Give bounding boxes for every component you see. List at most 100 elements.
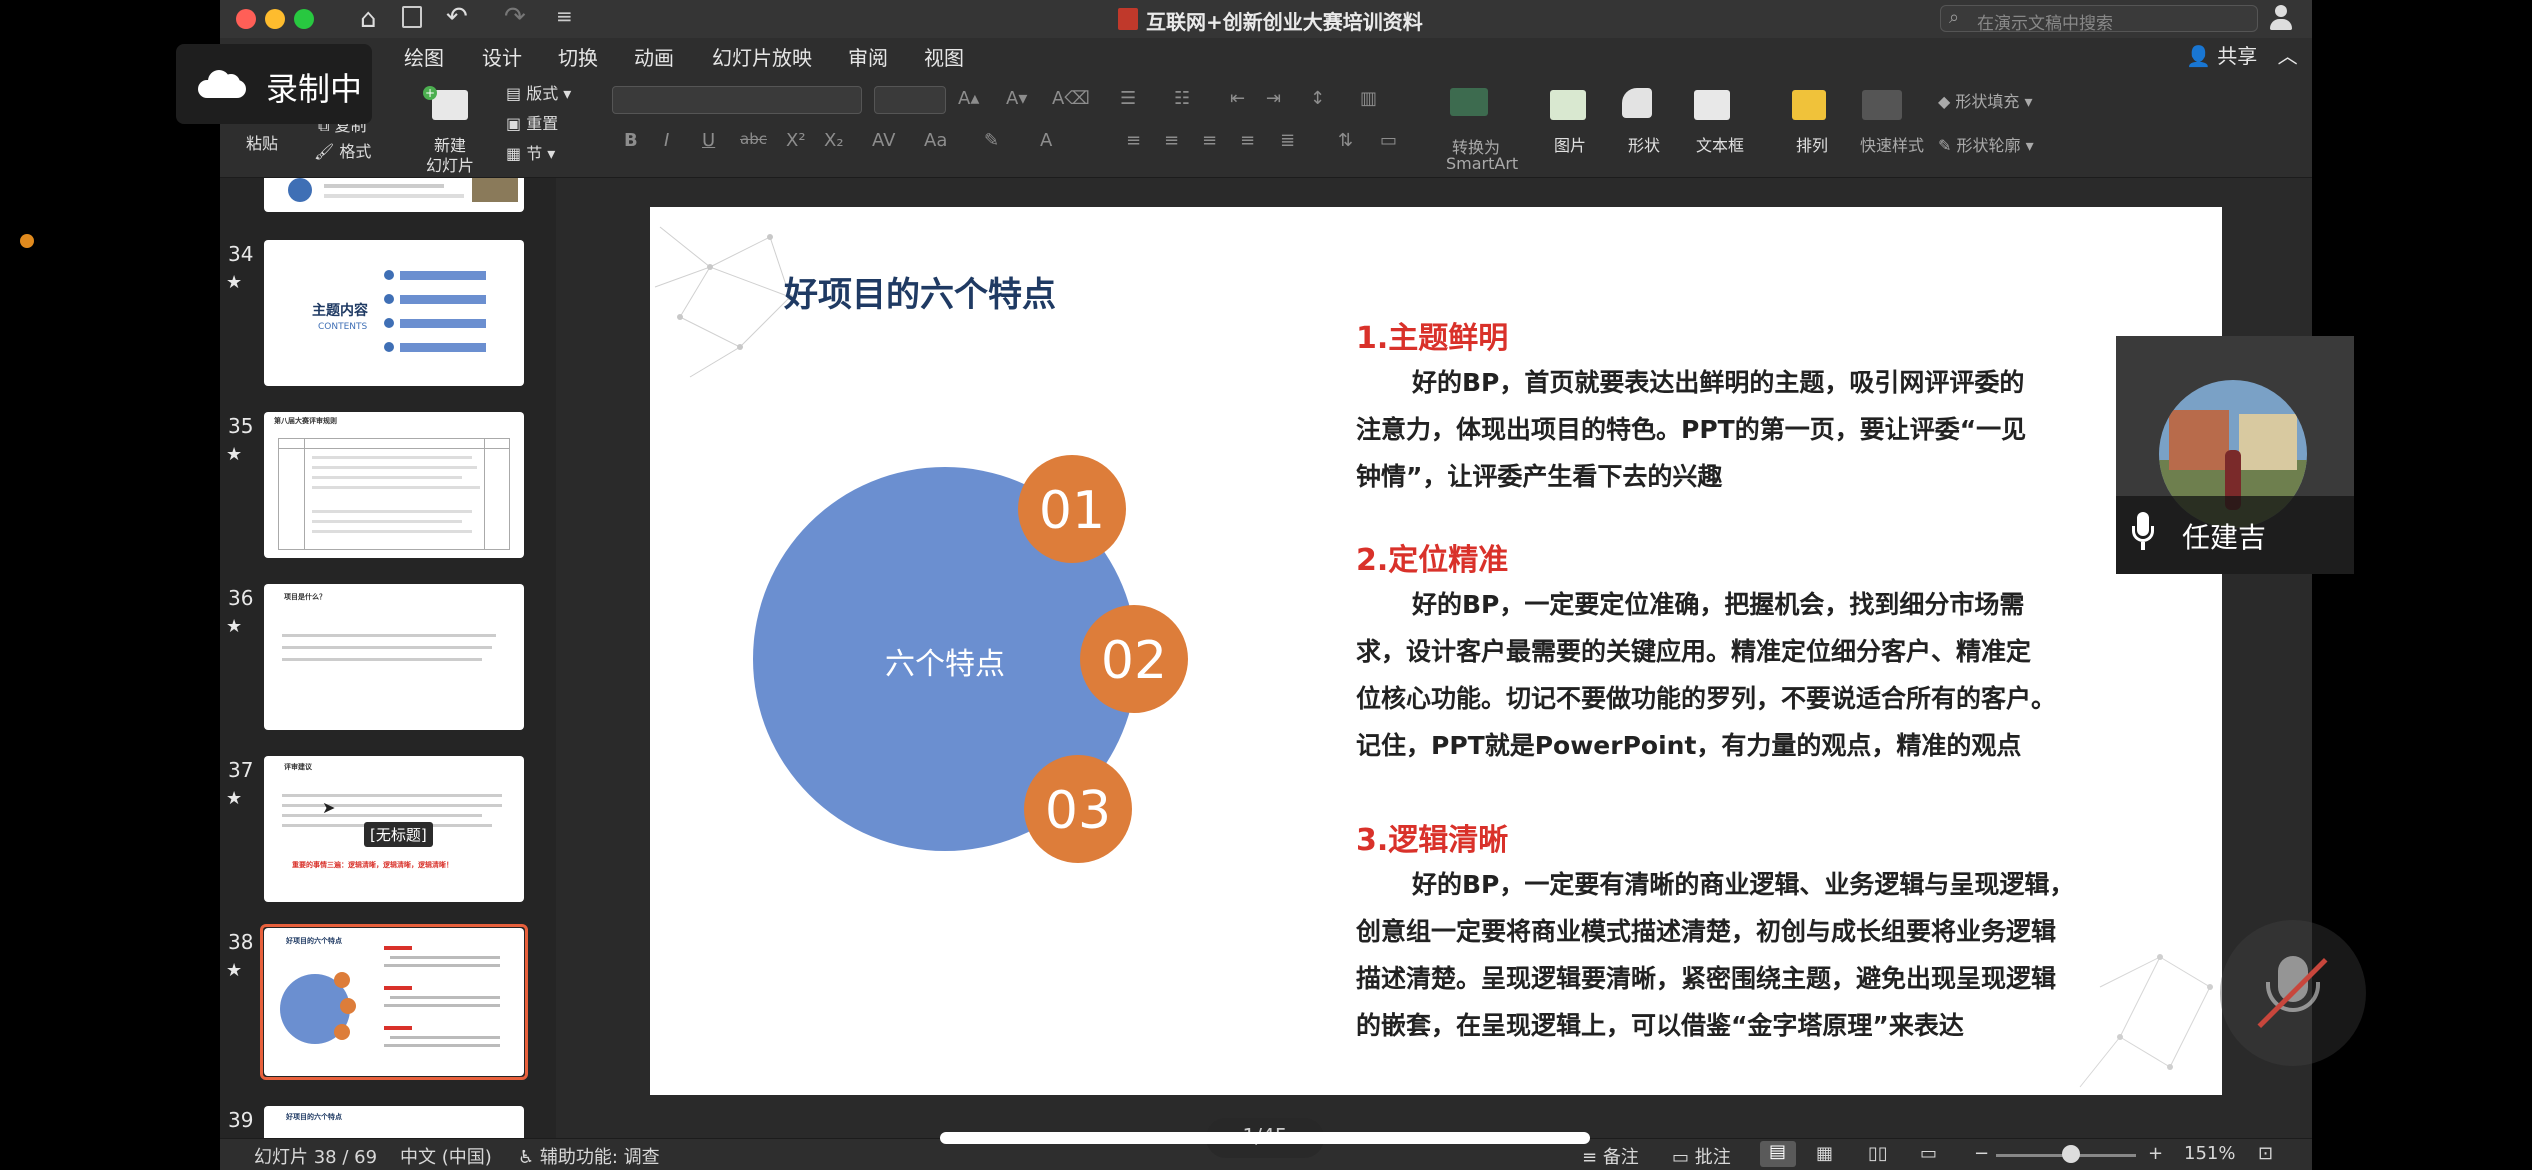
clear-format-icon[interactable]: A⌫ <box>1052 88 1090 109</box>
section-button[interactable]: ▦ 节 ▾ <box>506 140 555 164</box>
textbox-icon[interactable] <box>1694 90 1730 120</box>
slide-thumbnail-35[interactable]: 第八届大赛评审规则 <box>264 412 524 558</box>
tab-review[interactable]: 审阅 <box>848 42 888 71</box>
share-button[interactable]: 👤 共享 ︿ <box>2186 40 2298 69</box>
new-slide-label-2[interactable]: 幻灯片 <box>426 152 474 176</box>
subscript-icon[interactable]: X₂ <box>824 130 844 151</box>
text-direction-icon[interactable]: ⇅ <box>1338 130 1353 151</box>
current-slide[interactable]: 好项目的六个特点 六个特点 01 02 03 1.主题鲜明 好的BP，首页就要表… <box>650 207 2222 1095</box>
zoom-in-button[interactable]: + <box>2148 1143 2163 1164</box>
reset-button[interactable]: ▣ 重置 <box>506 110 558 134</box>
tab-animations[interactable]: 动画 <box>634 42 674 71</box>
underline-icon[interactable]: U <box>702 130 715 151</box>
accessibility-checker[interactable]: ♿ 辅助功能: 调查 <box>518 1143 660 1169</box>
picture-button[interactable]: 图片 <box>1554 132 1586 156</box>
zoom-out-button[interactable]: − <box>1974 1143 1989 1164</box>
item-3-line-1: 好的BP，一定要有清晰的商业逻辑、业务逻辑与呈现逻辑， <box>1412 870 2075 899</box>
highlight-icon[interactable]: ✎ <box>984 130 999 151</box>
slide-thumbnail-33[interactable] <box>264 178 524 212</box>
slide-thumbnail-39[interactable]: 好项目的六个特点 <box>264 1106 524 1138</box>
tab-slideshow[interactable]: 幻灯片放映 <box>712 42 812 71</box>
home-indicator-bar[interactable] <box>940 1132 1590 1144</box>
align-center-icon[interactable]: ≡ <box>1164 130 1179 151</box>
shapes-icon[interactable] <box>1622 88 1652 118</box>
participant-video-tile[interactable]: 任建吉 <box>2116 336 2354 574</box>
picture-icon[interactable] <box>1550 90 1586 120</box>
close-window-button[interactable] <box>236 9 256 29</box>
textbox-button[interactable]: 文本框 <box>1696 132 1744 156</box>
slide-thumbnail-38[interactable]: 好项目的六个特点 <box>264 928 524 1076</box>
shape-outline-button[interactable]: ✎ 形状轮廓 ▾ <box>1938 132 2034 156</box>
bullets-icon[interactable]: ☰ <box>1120 88 1136 109</box>
recording-indicator[interactable]: 录制中 <box>176 44 372 124</box>
increase-indent-icon[interactable]: ⇥ <box>1266 88 1281 109</box>
align-right-icon[interactable]: ≡ <box>1202 130 1217 151</box>
search-field[interactable]: ⌕ 在演示文稿中搜索 <box>1940 5 2258 34</box>
font-name-dropdown[interactable] <box>612 86 862 114</box>
format-painter-button[interactable]: 🖌 格式 <box>314 138 371 162</box>
change-case-icon[interactable]: Aa <box>924 130 947 151</box>
reading-view-icon[interactable]: ▯▯ <box>1868 1143 1888 1164</box>
slide-thumbnail-36[interactable]: 项目是什么？ <box>264 584 524 730</box>
collapse-ribbon-icon[interactable]: ︿ <box>2278 44 2298 68</box>
font-size-dropdown[interactable] <box>874 86 946 114</box>
share-label: 共享 <box>2217 44 2258 68</box>
normal-view-button[interactable]: ▤ <box>1760 1141 1796 1167</box>
numbering-icon[interactable]: ☷ <box>1174 88 1190 109</box>
increase-font-icon[interactable]: A▴ <box>958 88 979 109</box>
smartart-label-2[interactable]: SmartArt <box>1446 154 1518 173</box>
superscript-icon[interactable]: X² <box>786 130 806 151</box>
decrease-indent-icon[interactable]: ⇤ <box>1230 88 1245 109</box>
new-slide-icon[interactable] <box>432 90 468 120</box>
bold-icon[interactable]: B <box>624 130 638 151</box>
layout-button[interactable]: ▤ 版式 ▾ <box>506 80 571 104</box>
align-left-icon[interactable]: ≡ <box>1126 130 1141 151</box>
customize-toolbar-icon[interactable]: ≡ <box>556 4 573 28</box>
account-icon[interactable] <box>2268 2 2294 32</box>
home-icon[interactable]: ⌂ <box>360 4 377 34</box>
shapes-button[interactable]: 形状 <box>1628 132 1660 156</box>
notes-button[interactable]: ≡ 备注 <box>1582 1143 1639 1169</box>
zoom-slider-handle[interactable] <box>2062 1145 2080 1163</box>
italic-icon[interactable]: I <box>664 130 669 151</box>
slide-thumbnail-34[interactable]: 主题内容 CONTENTS <box>264 240 524 386</box>
arrange-icon[interactable] <box>1792 90 1826 120</box>
smartart-icon[interactable] <box>1450 88 1488 116</box>
slide-counter: 幻灯片 38 / 69 <box>254 1147 378 1168</box>
line-spacing-icon[interactable]: ↕ <box>1310 88 1325 109</box>
quick-styles-button[interactable]: 快速样式 <box>1860 132 1924 156</box>
tab-view[interactable]: 视图 <box>924 42 964 71</box>
font-color-icon[interactable]: A <box>1040 130 1052 151</box>
slideshow-view-icon[interactable]: ▭ <box>1920 1143 1937 1164</box>
shape-fill-button[interactable]: ◆ 形状填充 ▾ <box>1938 88 2033 112</box>
quick-styles-icon[interactable] <box>1862 90 1902 120</box>
tab-transitions[interactable]: 切换 <box>558 42 598 71</box>
pen-icon: ✎ <box>1938 136 1957 155</box>
save-icon[interactable] <box>402 6 422 28</box>
tab-design[interactable]: 设计 <box>482 42 522 71</box>
redo-icon[interactable]: ↷ <box>504 2 526 32</box>
align-text-icon[interactable]: ▭ <box>1380 130 1397 151</box>
arrange-button[interactable]: 排列 <box>1796 132 1828 156</box>
justify-icon[interactable]: ≡ <box>1240 130 1255 151</box>
badge-03-label: 03 <box>1044 781 1112 841</box>
participant-name: 任建吉 <box>2182 521 2267 554</box>
slide-thumbnail-37[interactable]: 评审建议 重要的事情三遍：逻辑清晰，逻辑清晰，逻辑清晰！ ➤ [无标题] <box>264 756 524 902</box>
tab-draw[interactable]: 绘图 <box>404 42 444 71</box>
columns-icon[interactable]: ▥ <box>1360 88 1377 109</box>
zoom-window-button[interactable] <box>294 9 314 29</box>
fit-to-window-icon[interactable]: ⊡ <box>2258 1143 2273 1164</box>
distributed-icon[interactable]: ≣ <box>1280 130 1295 151</box>
comments-button[interactable]: ▭ 批注 <box>1672 1143 1731 1169</box>
mute-button[interactable] <box>2220 920 2366 1066</box>
paste-button[interactable]: 粘贴 <box>246 130 278 154</box>
minimize-window-button[interactable] <box>265 9 285 29</box>
slide-sorter-icon[interactable]: ▦ <box>1816 1143 1833 1164</box>
strikethrough-icon[interactable]: abc <box>740 130 767 148</box>
section-icon: ▦ <box>506 144 527 163</box>
slide-thumbnail-panel[interactable]: 34 ★ 主题内容 CONTENTS 35 ★ 第八届大赛评审规则 36 ★ 项… <box>220 178 556 1138</box>
undo-icon[interactable]: ↶ <box>446 2 468 32</box>
language-indicator[interactable]: 中文 (中国) <box>400 1143 492 1169</box>
character-spacing-icon[interactable]: AV <box>872 130 895 151</box>
decrease-font-icon[interactable]: A▾ <box>1006 88 1027 109</box>
